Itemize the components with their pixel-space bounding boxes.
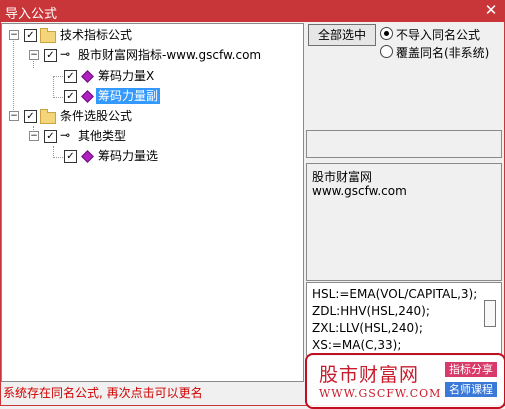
checkbox-checked-icon[interactable]: ✓ xyxy=(64,90,77,103)
folder-icon xyxy=(40,109,56,124)
code-line: HSL:=EMA(VOL/CAPITAL,3); xyxy=(312,287,478,301)
collapse-icon[interactable]: − xyxy=(29,50,39,60)
folder-icon xyxy=(40,28,56,43)
title-bar: 导入公式 ✕ xyxy=(0,0,505,22)
checkbox-checked-icon[interactable]: ✓ xyxy=(44,130,57,143)
tree-node-label: 筹码力量X xyxy=(98,69,155,83)
tree-item-formula[interactable]: ✓ 筹码力量选 xyxy=(2,148,302,164)
description-line: 股市财富网 xyxy=(312,170,373,184)
radio-label[interactable]: 覆盖同名(非系统) xyxy=(396,44,489,61)
code-line: ZXL:LLV(HSL,240); xyxy=(312,321,423,335)
watermark-brand: 股市财富网 xyxy=(319,364,420,386)
code-scrollbar-thumb[interactable] xyxy=(484,300,496,327)
checkbox-checked-icon[interactable]: ✓ xyxy=(64,70,77,83)
select-all-button[interactable]: 全部选中 xyxy=(308,24,376,46)
radio-overwrite-duplicate[interactable] xyxy=(380,45,393,58)
checkbox-checked-icon[interactable]: ✓ xyxy=(64,150,77,163)
watermark-tag: 名师课程 xyxy=(445,382,497,397)
preview-box xyxy=(306,130,502,158)
tree-item-formula[interactable]: ✓ 筹码力量X xyxy=(2,68,302,84)
tree-node-group-gscfw[interactable]: − ✓ ⊸ 股市财富网指标-www.gscfw.com xyxy=(2,47,302,63)
checkbox-checked-icon[interactable]: ✓ xyxy=(24,29,37,42)
formula-code-view[interactable]: HSL:=EMA(VOL/CAPITAL,3); ZDL:HHV(HSL,240… xyxy=(306,282,502,356)
tree-node-category-screening[interactable]: − ✓ 条件选股公式 xyxy=(2,108,302,124)
tree-node-label: 条件选股公式 xyxy=(60,109,133,123)
tree-node-category-indicators[interactable]: − ✓ 技术指标公式 xyxy=(2,27,302,43)
status-message: 系统存在同名公式, 再次点击可以更名 xyxy=(3,386,203,400)
tree-node-label: 其他类型 xyxy=(78,129,127,143)
radio-label[interactable]: 不导入同名公式 xyxy=(396,26,480,43)
watermark-tag: 指标分享 xyxy=(445,362,497,377)
code-line: XS:=MA(C,33); xyxy=(312,338,402,352)
checkbox-checked-icon[interactable]: ✓ xyxy=(44,49,57,62)
checkbox-checked-icon[interactable]: ✓ xyxy=(24,110,37,123)
collapse-icon[interactable]: − xyxy=(9,111,19,121)
formula-gem-icon xyxy=(81,150,94,163)
watermark-url: WWW.GSCFW.COM xyxy=(319,387,442,400)
key-icon: ⊸ xyxy=(60,128,71,142)
tree-node-label: 股市财富网指标-www.gscfw.com xyxy=(78,48,262,62)
radio-no-import-duplicate[interactable] xyxy=(380,27,393,40)
collapse-icon[interactable]: − xyxy=(29,131,39,141)
tree-node-label: 筹码力量选 xyxy=(98,149,159,163)
key-icon: ⊸ xyxy=(60,47,71,61)
tree-node-label: 筹码力量副 xyxy=(96,88,161,104)
formula-tree[interactable]: − ✓ 技术指标公式 − ✓ ⊸ 股市财富网指标-www.gscfw.com ✓… xyxy=(1,23,304,382)
collapse-icon[interactable]: − xyxy=(9,30,19,40)
tree-item-formula-selected[interactable]: ✓ 筹码力量副 xyxy=(2,88,302,104)
description-line: www.gscfw.com xyxy=(312,184,407,198)
formula-description: 股市财富网 www.gscfw.com xyxy=(306,163,502,281)
close-icon[interactable]: ✕ xyxy=(482,1,500,19)
tree-node-group-other[interactable]: − ✓ ⊸ 其他类型 xyxy=(2,128,302,144)
formula-gem-icon xyxy=(81,90,94,103)
window-title: 导入公式 xyxy=(5,7,58,22)
formula-gem-icon xyxy=(81,70,94,83)
watermark-logo: 股市财富网 WWW.GSCFW.COM 指标分享 名师课程 xyxy=(305,353,505,409)
code-line: ZDL:HHV(HSL,240); xyxy=(312,304,430,318)
tree-node-label: 技术指标公式 xyxy=(60,28,133,42)
